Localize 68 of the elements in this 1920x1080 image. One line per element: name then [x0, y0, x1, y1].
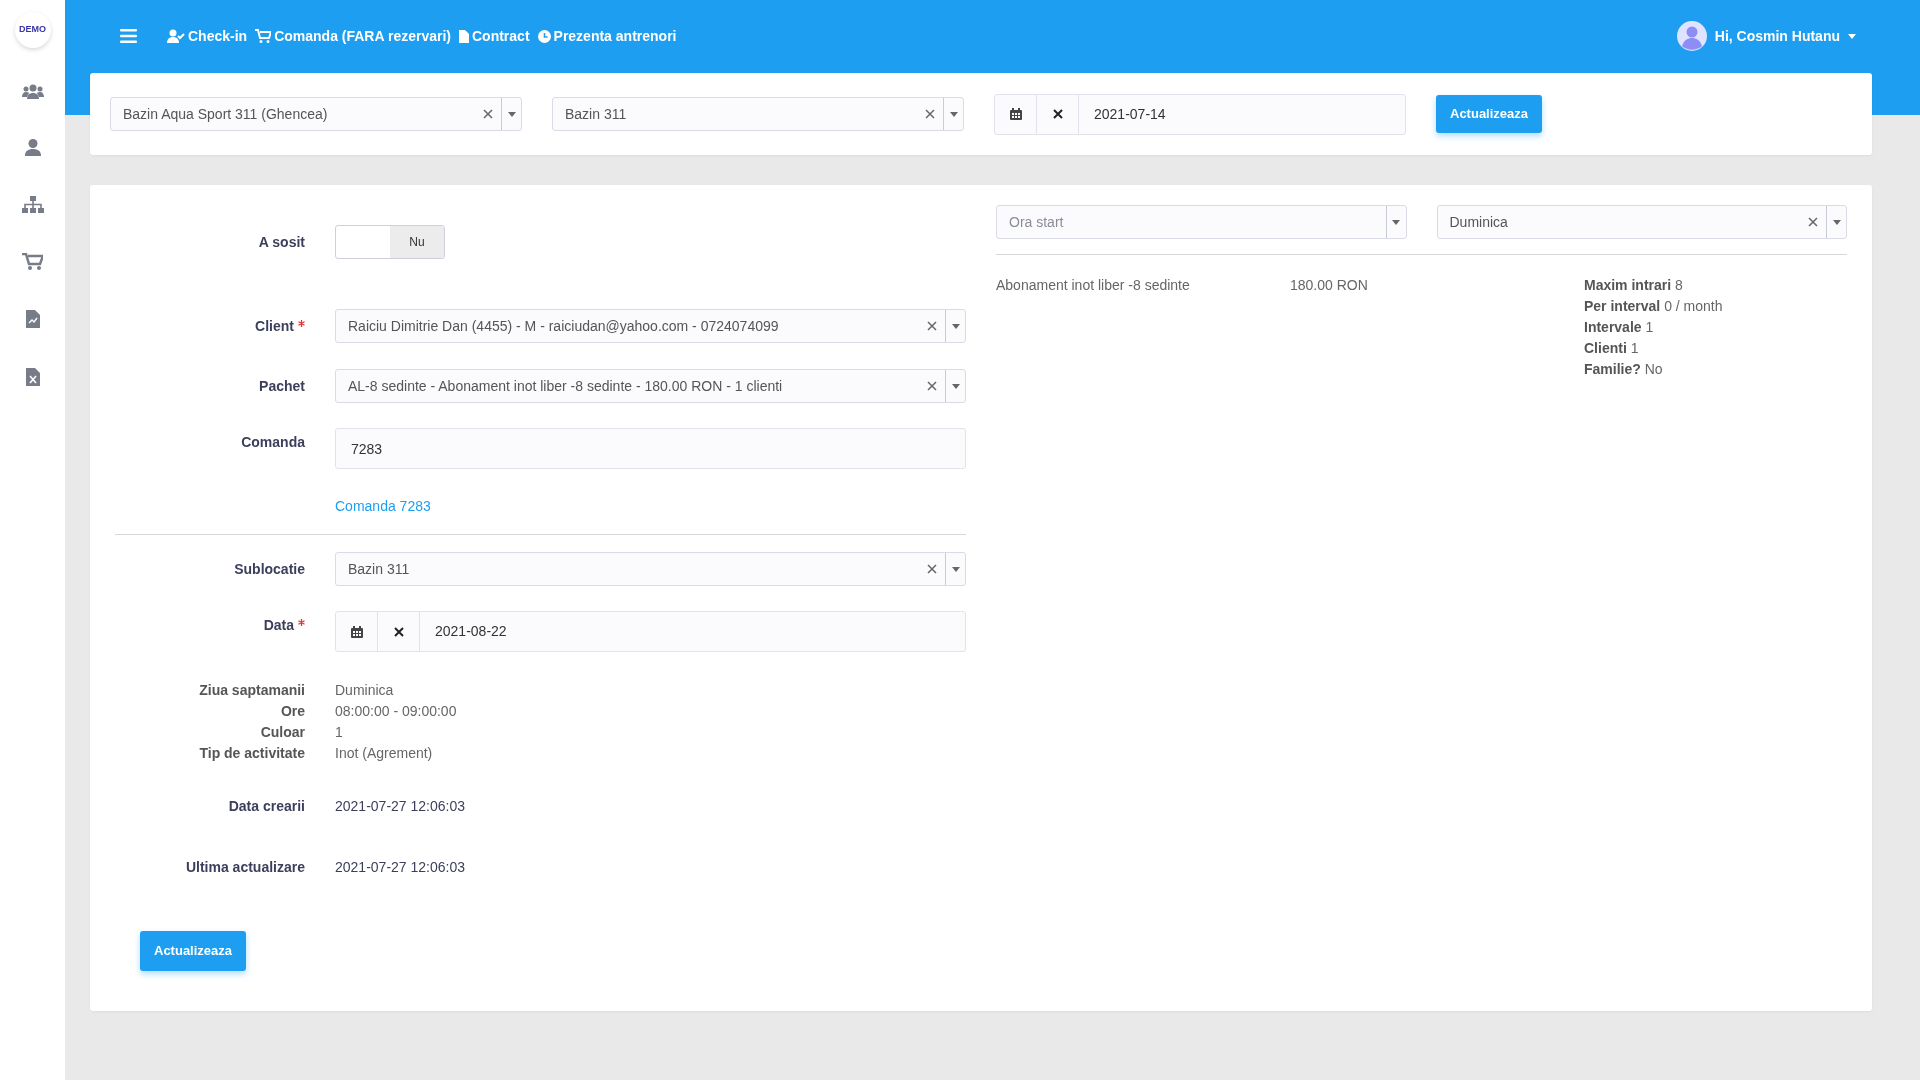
- package-stat: Clienti 1: [1584, 340, 1639, 356]
- logo[interactable]: DEMO: [14, 12, 51, 48]
- select-field[interactable]: AL-8 sedinte - Abonament inot liber -8 sedinte - 180.00 RON - 1 clienti: [335, 369, 966, 403]
- file-icon: [459, 29, 469, 43]
- field-label: Pachet: [259, 378, 305, 394]
- detail-label: Ore: [280, 703, 305, 719]
- package-stat: Familie? No: [1584, 361, 1663, 377]
- detail-label: Culoar: [260, 724, 305, 740]
- calendar-icon: [1009, 108, 1022, 120]
- timestamp: 2021-07-27 12:06:03: [335, 859, 465, 875]
- caret-icon: [1848, 33, 1856, 39]
- field-label: A sosit: [258, 234, 305, 250]
- caret-icon: [1392, 219, 1400, 225]
- user-check-icon: [167, 29, 185, 43]
- caret-icon: [951, 323, 960, 329]
- clear-icon: [927, 564, 937, 574]
- field-label: Comanda: [241, 434, 305, 450]
- select-field[interactable]: Bazin 311: [335, 552, 966, 586]
- cart-icon[interactable]: [22, 253, 43, 270]
- package-stat: Maxim intrari 8: [1584, 277, 1683, 293]
- field-label: Ultima actualizare: [185, 859, 305, 875]
- field-label: Client: [255, 318, 294, 334]
- date-field[interactable]: 2021-08-22: [335, 611, 966, 652]
- clear-icon: [927, 321, 937, 331]
- package-name: Abonament inot liber -8 sedinte: [996, 277, 1190, 293]
- select-field[interactable]: Raiciu Dimitrie Dan (4455) - M - raiciudan@yahoo.com - 0724074099: [335, 309, 966, 343]
- package-price: 180.00 RON: [1290, 277, 1368, 293]
- input-field[interactable]: 7283: [335, 428, 966, 469]
- detail-label: Tip de activitate: [199, 745, 305, 761]
- clear-icon: [1808, 217, 1818, 227]
- field-label: Data crearii: [228, 798, 305, 814]
- caret-icon: [951, 566, 960, 572]
- caret-icon: [949, 111, 958, 117]
- caret-icon: [1832, 219, 1841, 225]
- clear-icon: [927, 381, 937, 391]
- spreadsheet-icon[interactable]: [25, 368, 40, 386]
- calendar-icon: [350, 625, 363, 638]
- avatar-icon: [1676, 21, 1707, 51]
- detail-label: Ziua saptamanii: [199, 682, 305, 698]
- clock-icon: [537, 29, 551, 43]
- package-stat: Per interval 0 / month: [1584, 298, 1723, 314]
- clear-icon: [483, 109, 493, 119]
- clear-icon: [393, 626, 404, 637]
- sitemap-icon[interactable]: [21, 196, 44, 213]
- users-icon[interactable]: [21, 84, 44, 99]
- detail-value: Inot (Agrement): [335, 745, 433, 761]
- toggle-switch[interactable]: Nu: [335, 225, 445, 259]
- clear-icon: [925, 109, 935, 119]
- location-select[interactable]: Bazin Aqua Sport 311 (Ghencea): [110, 97, 522, 131]
- required-icon: [298, 320, 305, 327]
- sublocation-select[interactable]: Bazin 311: [552, 97, 964, 131]
- date-field[interactable]: 2021-07-14: [994, 93, 1406, 135]
- detail-value: 1: [335, 724, 343, 740]
- clear-icon: [1052, 109, 1063, 119]
- required-icon: [298, 619, 305, 626]
- detail-value: 08:00:00 - 09:00:00: [335, 703, 457, 719]
- user-icon[interactable]: [24, 139, 41, 156]
- report-icon[interactable]: [25, 310, 40, 328]
- caret-icon: [951, 383, 960, 389]
- field-label: Sublocatie: [234, 561, 305, 577]
- detail-value: Duminica: [335, 682, 394, 698]
- field-label: Data: [263, 617, 294, 633]
- timestamp: 2021-07-27 12:06:03: [335, 798, 465, 814]
- caret-icon: [507, 111, 516, 117]
- package-stat: Intervale 1: [1584, 319, 1654, 335]
- day-select[interactable]: Duminica: [1436, 205, 1847, 239]
- menu-icon[interactable]: [120, 29, 137, 43]
- cart-icon: [255, 29, 272, 43]
